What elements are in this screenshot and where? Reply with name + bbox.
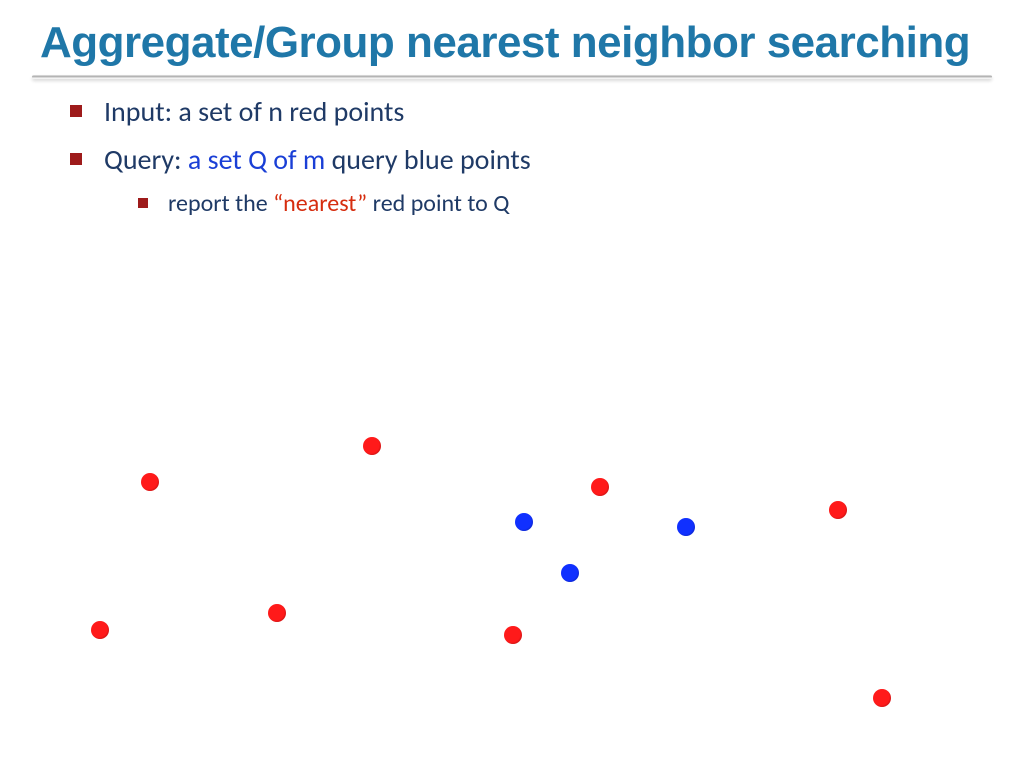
red-point [504,626,522,644]
bullet-list: Input: a set of n red points Query: a se… [40,93,984,220]
slide: Aggregate/Group nearest neighbor searchi… [0,0,1024,768]
red-point [873,689,891,707]
bullet-query-mid: a set Q of m [188,142,325,177]
sub-post: red point to Q [367,189,509,218]
red-point [363,437,381,455]
red-point [141,473,159,491]
bullet-query-post: query blue points [325,142,530,177]
bullet-input-text: Input: a set of n red points [104,94,404,129]
red-point [91,621,109,639]
red-point [591,478,609,496]
bullet-input: Input: a set of n red points [70,93,984,131]
sub-pre: report the [168,189,273,218]
blue-point [677,518,695,536]
sub-bullet-report: report the “nearest” red point to Q [138,187,984,221]
bullet-query: Query: a set Q of m query blue points re… [70,141,984,220]
blue-point [515,513,533,531]
sub-mid: “nearest” [273,189,367,218]
red-point [829,501,847,519]
sub-bullet-list: report the “nearest” red point to Q [104,187,984,221]
slide-title: Aggregate/Group nearest neighbor searchi… [40,18,984,67]
blue-point [561,564,579,582]
bullet-query-pre: Query: [104,142,188,177]
title-divider [32,75,992,79]
red-point [268,604,286,622]
